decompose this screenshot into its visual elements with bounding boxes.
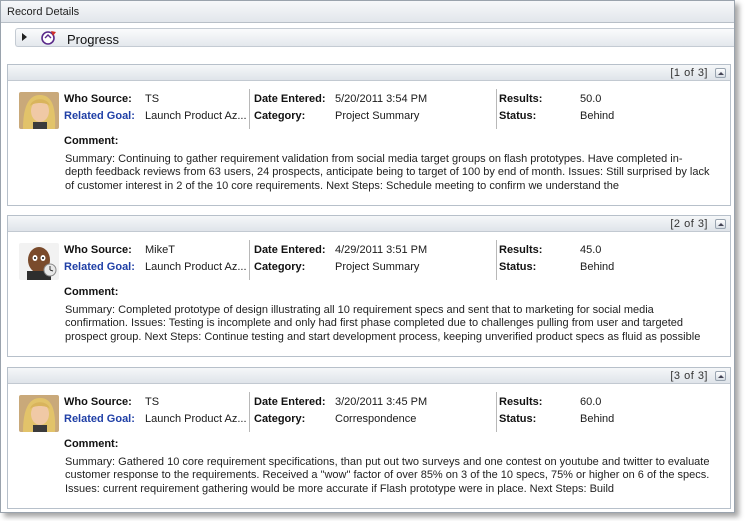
field-divider bbox=[496, 240, 497, 280]
avatar-woman bbox=[19, 92, 59, 129]
related-goal-label: Related Goal: bbox=[64, 413, 135, 425]
status-label: Status: bbox=[499, 413, 537, 425]
progress-section-title: Progress bbox=[67, 32, 120, 47]
who-source-label: Who Source: bbox=[64, 244, 132, 256]
date-entered-value: 5/20/2011 3:54 PM bbox=[335, 93, 428, 105]
results-value: 50.0 bbox=[580, 93, 602, 105]
who-source-value: MikeT bbox=[145, 244, 175, 256]
category-value: Project Summary bbox=[335, 261, 420, 273]
record-details-window: Record Details Progress [1 of 3] Who Sou… bbox=[0, 0, 735, 513]
field-divider bbox=[496, 89, 497, 129]
expand-arrow-icon[interactable] bbox=[22, 33, 27, 41]
record-header: [3 of 3] bbox=[8, 368, 730, 384]
comment-text: Summary: Completed prototype of design i… bbox=[65, 304, 701, 343]
field-divider bbox=[496, 392, 497, 432]
category-label: Category: bbox=[254, 110, 306, 122]
record-header: [1 of 3] bbox=[8, 65, 730, 81]
related-goal-value[interactable]: Launch Product Az... bbox=[145, 413, 247, 425]
category-value: Correspondence bbox=[335, 413, 417, 425]
date-entered-label: Date Entered: bbox=[254, 244, 326, 256]
date-entered-label: Date Entered: bbox=[254, 93, 326, 105]
comment-label: Comment: bbox=[64, 135, 119, 147]
avatar-woman bbox=[19, 395, 59, 432]
collapse-icon[interactable] bbox=[715, 219, 726, 229]
results-value: 60.0 bbox=[580, 396, 602, 408]
related-goal-value[interactable]: Launch Product Az... bbox=[145, 110, 247, 122]
record-header: [2 of 3] bbox=[8, 216, 730, 232]
who-source-value: TS bbox=[145, 93, 160, 105]
results-label: Results: bbox=[499, 244, 543, 256]
related-goal-value[interactable]: Launch Product Az... bbox=[145, 261, 247, 273]
comment-text: Summary: Gathered 10 core requirement sp… bbox=[65, 456, 710, 495]
collapse-icon[interactable] bbox=[715, 371, 726, 381]
related-goal-label: Related Goal: bbox=[64, 261, 135, 273]
field-divider bbox=[249, 392, 250, 432]
results-value: 45.0 bbox=[580, 244, 602, 256]
progress-section-header[interactable]: Progress bbox=[15, 28, 734, 47]
collapse-icon[interactable] bbox=[715, 68, 726, 78]
status-label: Status: bbox=[499, 261, 537, 273]
who-source-label: Who Source: bbox=[64, 93, 132, 105]
status-label: Status: bbox=[499, 110, 537, 122]
window-title: Record Details bbox=[7, 6, 80, 18]
date-entered-label: Date Entered: bbox=[254, 396, 326, 408]
date-entered-value: 3/20/2011 3:45 PM bbox=[335, 396, 428, 408]
record-card: [2 of 3] Who Source: MikeT Related Goal:… bbox=[7, 215, 731, 357]
results-label: Results: bbox=[499, 93, 543, 105]
category-value: Project Summary bbox=[335, 110, 420, 122]
category-label: Category: bbox=[254, 413, 306, 425]
results-label: Results: bbox=[499, 396, 543, 408]
record-counter: [3 of 3] bbox=[670, 370, 708, 382]
progress-icon bbox=[41, 31, 56, 45]
comment-label: Comment: bbox=[64, 286, 119, 298]
comment-text: Summary: Continuing to gather requiremen… bbox=[65, 153, 710, 192]
avatar-man bbox=[19, 243, 59, 280]
record-card: [1 of 3] Who Source: TS Related Goal: La… bbox=[7, 64, 731, 206]
date-entered-value: 4/29/2011 3:51 PM bbox=[335, 244, 428, 256]
comment-label: Comment: bbox=[64, 438, 119, 450]
status-value: Behind bbox=[580, 110, 615, 122]
who-source-label: Who Source: bbox=[64, 396, 132, 408]
record-card: [3 of 3] Who Source: TS Related Goal: La… bbox=[7, 367, 731, 509]
field-divider bbox=[249, 89, 250, 129]
field-divider bbox=[249, 240, 250, 280]
related-goal-label: Related Goal: bbox=[64, 110, 135, 122]
status-value: Behind bbox=[580, 261, 615, 273]
record-counter: [2 of 3] bbox=[670, 218, 708, 230]
record-counter: [1 of 3] bbox=[670, 67, 708, 79]
status-value: Behind bbox=[580, 413, 615, 425]
who-source-value: TS bbox=[145, 396, 160, 408]
category-label: Category: bbox=[254, 261, 306, 273]
window-titlebar: Record Details bbox=[1, 1, 734, 23]
